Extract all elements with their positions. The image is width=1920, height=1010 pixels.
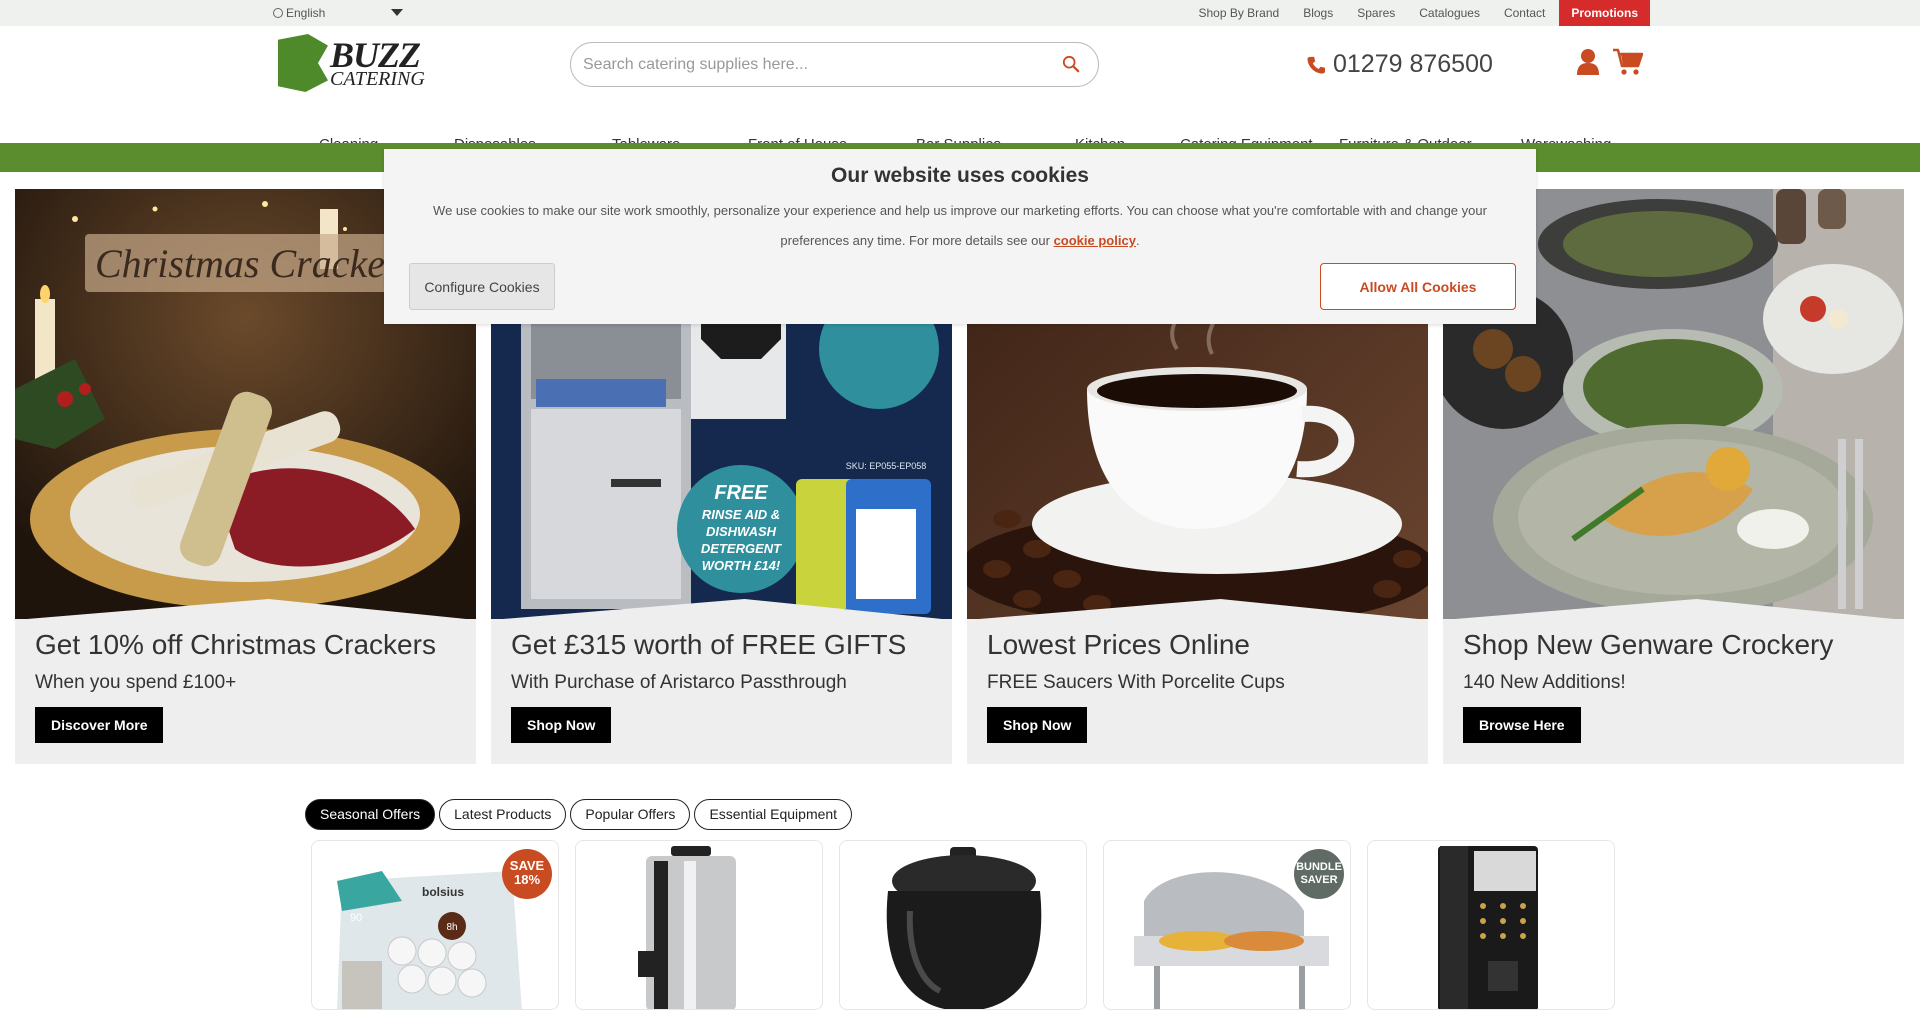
logo-text-catering: CATERING: [330, 68, 425, 90]
badge-line-1: BUNDLE: [1296, 861, 1342, 873]
language-label: English: [286, 6, 326, 20]
svg-text:RINSE AID &: RINSE AID &: [702, 507, 780, 522]
product-tabs: Seasonal Offers Latest Products Popular …: [305, 799, 856, 830]
banner-subtitle: 140 New Additions!: [1463, 672, 1626, 693]
product-card-tealights[interactable]: bolsius 90 8h SAVE 18%: [311, 840, 559, 1010]
top-links: Shop By Brand Blogs Spares Catalogues Co…: [1174, 0, 1650, 26]
tab-essential-equipment[interactable]: Essential Equipment: [694, 799, 853, 830]
svg-text:DISHWASH: DISHWASH: [706, 524, 777, 539]
svg-text:DETERGENT: DETERGENT: [701, 541, 782, 556]
banner-subtitle: When you spend £100+: [35, 672, 237, 693]
promotions-button[interactable]: Promotions: [1559, 0, 1650, 26]
cart-icon[interactable]: [1613, 48, 1643, 76]
phone-number[interactable]: 01279 876500: [1307, 50, 1493, 79]
product-image: [1438, 846, 1538, 1009]
discover-more-button[interactable]: Discover More: [35, 707, 164, 743]
account-icon[interactable]: [1576, 48, 1600, 76]
product-image: [638, 846, 736, 1009]
product-brand-text: bolsius: [422, 885, 464, 899]
cookie-text: We use cookies to make our site work smo…: [425, 196, 1495, 256]
cookie-body: We use cookies to make our site work smo…: [433, 203, 1487, 248]
phone-number-text: 01279 876500: [1333, 50, 1493, 78]
save-badge: SAVE 18%: [502, 849, 552, 899]
banner-image-text: Christmas Crackers: [95, 241, 416, 286]
badge-line-2: SAVER: [1300, 874, 1338, 886]
tab-seasonal-offers[interactable]: Seasonal Offers: [305, 799, 436, 830]
phone-icon: [1307, 56, 1325, 74]
link-shop-by-brand[interactable]: Shop By Brand: [1198, 6, 1279, 20]
bundle-saver-badge: BUNDLE SAVER: [1294, 849, 1344, 899]
banner-subtitle: With Purchase of Aristarco Passthrough: [511, 672, 847, 693]
link-spares[interactable]: Spares: [1357, 6, 1395, 20]
globe-icon: [273, 8, 283, 18]
cookie-banner: Our website uses cookies We use cookies …: [384, 149, 1536, 324]
search-input[interactable]: [583, 53, 1023, 77]
product-card-chafing-dish[interactable]: BUNDLE SAVER: [1103, 840, 1351, 1010]
sku-text: SKU: EP055-EP058: [846, 461, 927, 471]
search-icon[interactable]: [1062, 55, 1080, 73]
banner-title: Lowest Prices Online: [987, 629, 1251, 660]
product-hours-text: 8h: [446, 922, 457, 933]
shop-now-button[interactable]: Shop Now: [987, 707, 1088, 743]
search-bar: [570, 42, 1099, 87]
svg-text:WORTH £14!: WORTH £14!: [702, 558, 781, 573]
browse-here-button[interactable]: Browse Here: [1463, 707, 1581, 743]
logo-mark: [278, 34, 328, 92]
product-card-coffee-machine[interactable]: [1367, 840, 1615, 1010]
tab-latest-products[interactable]: Latest Products: [439, 799, 567, 830]
product-image: [886, 847, 1042, 1009]
banner-title: Shop New Genware Crockery: [1463, 629, 1834, 660]
language-selector[interactable]: English: [273, 0, 403, 26]
badge-line-1: SAVE: [509, 858, 545, 873]
banner-title: Get £315 worth of FREE GIFTS: [511, 629, 907, 660]
svg-text:FREE: FREE: [714, 482, 768, 504]
shop-now-button[interactable]: Shop Now: [511, 707, 612, 743]
configure-cookies-button[interactable]: Configure Cookies: [409, 263, 555, 310]
cookie-title: Our website uses cookies: [831, 164, 1089, 187]
cookie-policy-link[interactable]: cookie policy: [1054, 233, 1136, 248]
link-blogs[interactable]: Blogs: [1303, 6, 1333, 20]
top-bar: English Shop By Brand Blogs Spares Catal…: [0, 0, 1920, 26]
product-card-water-boiler[interactable]: [575, 840, 823, 1010]
product-count-text: 90: [350, 912, 362, 924]
tab-popular-offers[interactable]: Popular Offers: [570, 799, 691, 830]
logo[interactable]: BUZZ CATERING: [278, 32, 443, 94]
banner-title: Get 10% off Christmas Crackers: [35, 629, 436, 660]
chevron-down-icon: [391, 9, 403, 16]
header: BUZZ CATERING 01279 876500 Cleaning Disp…: [0, 26, 1920, 153]
cookie-period: .: [1135, 233, 1140, 248]
link-catalogues[interactable]: Catalogues: [1419, 6, 1480, 20]
product-card-soup-kettle[interactable]: [839, 840, 1087, 1010]
link-contact[interactable]: Contact: [1504, 6, 1545, 20]
banner-subtitle: FREE Saucers With Porcelite Cups: [987, 672, 1285, 693]
allow-all-cookies-button[interactable]: Allow All Cookies: [1320, 263, 1516, 310]
badge-line-2: 18%: [513, 872, 541, 887]
